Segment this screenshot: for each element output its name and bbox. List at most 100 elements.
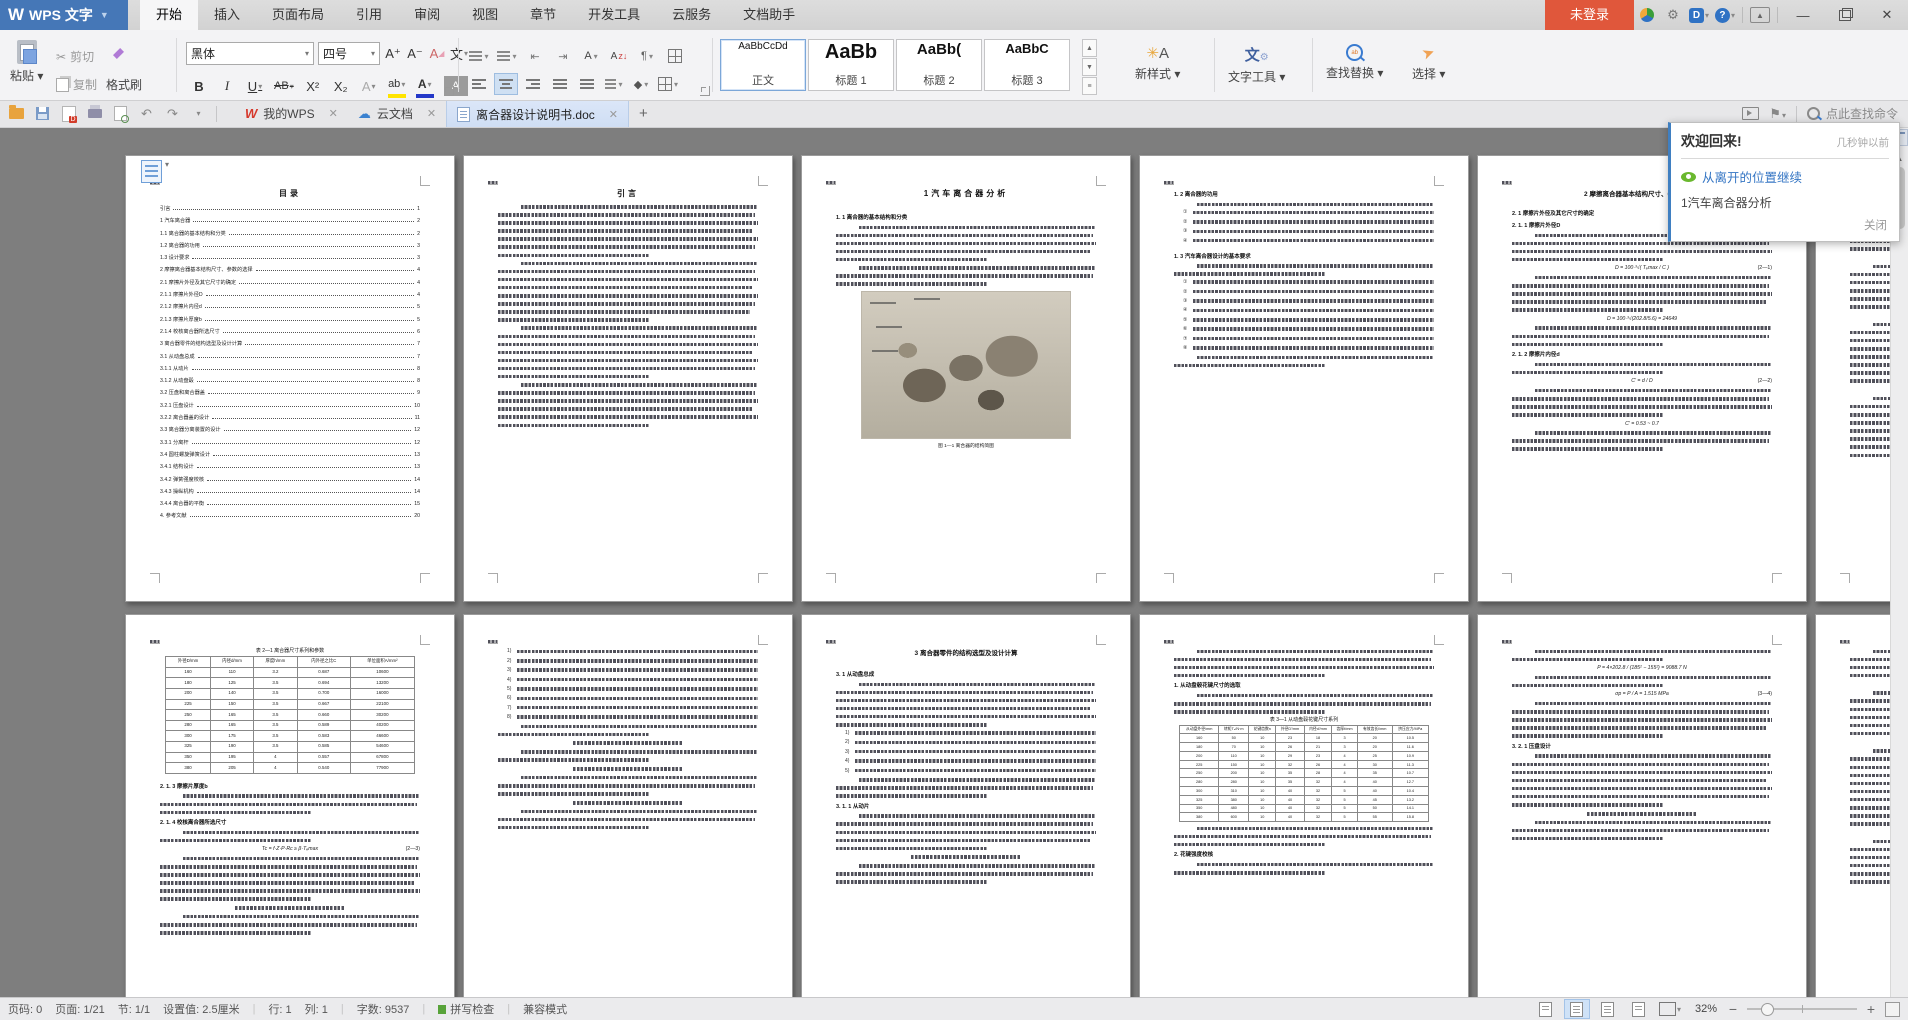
document-page-8[interactable]: 1) 2) 3) 4) 5) 6) 7) 8)	[463, 614, 793, 998]
sort-icon[interactable]: Az↓	[608, 46, 630, 66]
collapse-ribbon-icon[interactable]: ▲	[1747, 0, 1773, 30]
paste-button[interactable]: 粘贴 ▾	[10, 40, 43, 84]
vertical-scrollbar[interactable]: ▲	[1890, 127, 1908, 998]
document-page-3[interactable]: 1汽车离合器分析 1. 1 离合器的基本结构和分类图 1—1 离合器的结构简图	[801, 155, 1131, 602]
fullscreen-icon[interactable]: ▾	[1658, 1000, 1682, 1018]
docer-icon[interactable]: D ▾	[1686, 0, 1712, 30]
resume-position-link[interactable]: 从离开的位置继续	[1681, 167, 1889, 186]
superscript-button[interactable]: X²	[304, 76, 322, 96]
style-item-0[interactable]: AaBbCcDd 正文	[720, 39, 806, 91]
bullets-icon[interactable]: ▾	[468, 46, 490, 66]
font-color-icon[interactable]: A ▾	[415, 74, 434, 98]
pinyin-guide-icon[interactable]: 文 ▾	[450, 44, 468, 64]
menu-tab-7[interactable]: 开发工具	[572, 0, 656, 30]
line-spacing-icon[interactable]: ▾	[603, 74, 625, 94]
popup-close-button[interactable]: 关闭	[1864, 217, 1887, 233]
document-page-9[interactable]: 3 离合器零件的结构选型及设计计算 3. 1 从动盘总成 1) 2) 3) 4) 5) 3. …	[801, 614, 1131, 998]
menu-tab-0[interactable]: 开始	[140, 0, 199, 30]
close-tab-icon[interactable]: ✕	[329, 107, 338, 120]
select-button[interactable]: ➤ 选择 ▾	[1412, 43, 1445, 82]
document-canvas[interactable]: 目录 引言 1 1 汽车离合器 2 1.1 离合器的基本结构和分类 2 1.2 离合器的功用 3…	[0, 127, 1908, 998]
table-grid-icon[interactable]	[664, 46, 686, 66]
zoom-out-button[interactable]: −	[1726, 1001, 1740, 1017]
export-pdf-icon[interactable]	[60, 105, 77, 123]
font-name-select[interactable]: 黑体 ▾	[186, 42, 314, 65]
document-page-2[interactable]: 引言	[463, 155, 793, 602]
quick-access-more-icon[interactable]: ▾	[190, 106, 207, 122]
copy-button[interactable]: 复制	[56, 76, 97, 93]
align-center-button[interactable]	[494, 73, 518, 95]
help-icon[interactable]: ? ▾	[1712, 0, 1738, 30]
new-tab-button[interactable]: +	[629, 100, 658, 127]
menu-tab-8[interactable]: 云服务	[656, 0, 727, 30]
menu-tab-5[interactable]: 视图	[456, 0, 514, 30]
bold-button[interactable]: B	[190, 76, 208, 96]
bookmark-flag-icon[interactable]: ⚑▾	[1769, 106, 1786, 122]
account-shield-icon[interactable]	[1634, 0, 1660, 30]
gallery-up-icon[interactable]: ▲	[1082, 39, 1097, 57]
print-preview-icon[interactable]	[112, 106, 129, 123]
style-item-2[interactable]: AaBb(标题 2	[896, 39, 982, 91]
doc-tab-0[interactable]: W 我的WPS ✕	[235, 100, 348, 127]
cut-button[interactable]: ✂ 剪切	[56, 48, 94, 65]
outline-view-icon[interactable]	[1596, 1000, 1620, 1018]
paragraph-mark-icon[interactable]: ¶ ▾	[636, 46, 658, 66]
gallery-more-icon[interactable]: ≡	[1082, 77, 1097, 95]
best-fit-icon[interactable]	[1885, 1001, 1900, 1017]
underline-button[interactable]: U ▾	[246, 76, 264, 96]
strikethrough-button[interactable]: AB ▾	[274, 76, 294, 96]
font-dialog-launcher-icon[interactable]	[444, 86, 454, 96]
char-scale-icon[interactable]: A ▾	[580, 46, 602, 66]
style-item-1[interactable]: AaBb 标题 1	[808, 39, 894, 91]
decrease-font-icon[interactable]: A⁻	[406, 44, 424, 64]
justify-button[interactable]	[549, 74, 571, 94]
zoom-level[interactable]: 32%	[1695, 1003, 1717, 1015]
page-view-icon[interactable]	[1563, 999, 1590, 1019]
shading-bucket-icon[interactable]: ◆ ▾	[630, 74, 652, 94]
document-page-4[interactable]: 1. 2 离合器的功用 ① ② ③ ④ 1. 3 汽车离合器设计的基本要求 ① ② ③ ④ ⑤ ⑥ ⑦ ⑧	[1139, 155, 1469, 602]
close-button[interactable]: ✕	[1866, 0, 1908, 30]
eye-protect-view-icon[interactable]	[1534, 1000, 1558, 1018]
minimize-button[interactable]: —	[1782, 0, 1824, 30]
paragraph-dialog-launcher-icon[interactable]	[700, 86, 710, 96]
close-tab-icon[interactable]: ✕	[427, 107, 436, 120]
save-icon[interactable]	[34, 106, 51, 122]
zoom-slider-handle[interactable]	[1761, 1003, 1774, 1016]
find-replace-button[interactable]: ab 查找替换 ▾	[1326, 44, 1383, 81]
text-tool-button[interactable]: 文⚙ 文字工具 ▾	[1228, 44, 1285, 85]
increase-indent-icon[interactable]: ⇥	[552, 46, 574, 66]
document-page-10[interactable]: 1. 从动盘毂花键尺寸的选取表 3—1 从动盘毂花键尺寸系列 从动盘外径/mm 转矩…	[1139, 614, 1469, 998]
web-view-icon[interactable]	[1627, 1000, 1651, 1018]
distribute-button[interactable]	[576, 74, 598, 94]
menu-tab-4[interactable]: 审阅	[398, 0, 456, 30]
doc-tab-2[interactable]: 离合器设计说明书.doc ✕	[446, 100, 629, 127]
undo-icon[interactable]: ↶	[138, 106, 155, 122]
numbering-icon[interactable]: ▾	[496, 46, 518, 66]
menu-tab-2[interactable]: 页面布局	[256, 0, 340, 30]
document-page-1[interactable]: 目录 引言 1 1 汽车离合器 2 1.1 离合器的基本结构和分类 2 1.2 离合器的功用 3…	[125, 155, 455, 602]
font-size-select[interactable]: 四号 ▾	[318, 42, 380, 65]
navigation-flag-icon[interactable]: ▾	[141, 160, 169, 183]
format-painter-button[interactable]: 格式刷	[106, 76, 142, 93]
wps-logo[interactable]: W WPS 文字 ▼	[0, 0, 128, 30]
document-page-11[interactable]: P = 4×202.8 / (185² − 155²) = 9088.7 N σp…	[1477, 614, 1807, 998]
style-item-3[interactable]: AaBbC 标题 3	[984, 39, 1070, 91]
restore-button[interactable]	[1824, 0, 1866, 30]
align-right-button[interactable]	[522, 74, 544, 94]
redo-icon[interactable]: ↷	[164, 106, 181, 122]
menu-tab-6[interactable]: 章节	[514, 0, 572, 30]
zoom-slider[interactable]	[1747, 1003, 1857, 1016]
command-search-box[interactable]: 点此查找命令	[1806, 105, 1898, 122]
highlight-color-icon[interactable]: ab ▾	[387, 74, 406, 98]
doc-tab-1[interactable]: ☁ 云文档 ✕	[348, 100, 446, 127]
menu-tab-9[interactable]: 文档助手	[727, 0, 811, 30]
align-left-button[interactable]	[468, 74, 490, 94]
subscript-button[interactable]: X₂	[332, 76, 350, 96]
increase-font-icon[interactable]: A⁺	[384, 44, 402, 64]
menu-tab-1[interactable]: 插入	[198, 0, 256, 30]
decrease-indent-icon[interactable]: ⇤	[524, 46, 546, 66]
new-style-button[interactable]: ✳A 新样式 ▾	[1135, 44, 1180, 82]
text-effects-icon[interactable]: A ▾	[360, 76, 378, 96]
close-tab-icon[interactable]: ✕	[609, 108, 618, 121]
clear-format-icon[interactable]: A ◢	[428, 44, 446, 64]
